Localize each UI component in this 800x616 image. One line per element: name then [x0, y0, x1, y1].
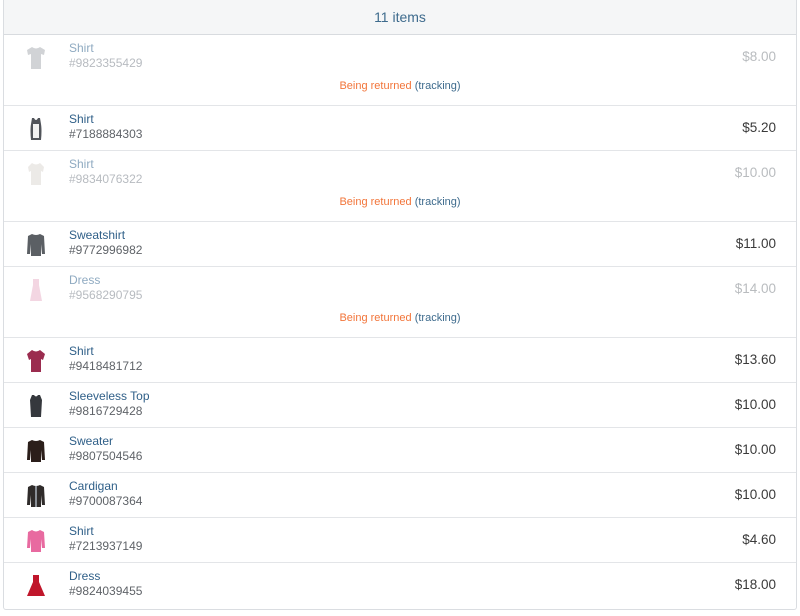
list-item[interactable]: Dress #9568290795 $14.00 Being returned …: [4, 267, 796, 338]
item-name[interactable]: Sweater: [69, 434, 142, 449]
item-sku: #9823355429: [69, 56, 143, 70]
list-item[interactable]: Sweatshirt #9772996982 $11.00: [4, 222, 796, 267]
item-sku: #7213937149: [69, 539, 143, 553]
order-items-panel: 11 items Shirt #9823355429 $8.00 Being r…: [3, 0, 797, 610]
item-price: $10.00: [734, 165, 776, 180]
list-item[interactable]: Shirt #9418481712 $13.60: [4, 338, 796, 383]
item-price: $18.00: [734, 577, 776, 592]
items-count: 11 items: [374, 9, 426, 25]
return-status: Being returned (tracking): [4, 312, 796, 324]
tracking-link[interactable]: (tracking): [415, 312, 461, 324]
item-sku: #9568290795: [69, 288, 143, 302]
item-sku: #7188884303: [69, 127, 143, 141]
item-price: $10.00: [734, 397, 776, 412]
return-status: Being returned (tracking): [4, 80, 796, 92]
item-sku: #9807504546: [69, 449, 143, 463]
list-item[interactable]: Shirt #9823355429 $8.00 Being returned (…: [4, 35, 796, 106]
item-price: $10.00: [734, 487, 776, 502]
item-sku: #9418481712: [69, 359, 143, 373]
item-name[interactable]: Cardigan: [69, 479, 142, 494]
shirt-icon: [23, 348, 49, 374]
blouse-icon: [23, 161, 49, 187]
item-price: $4.60: [742, 532, 776, 547]
dress-icon: [23, 573, 49, 599]
sweater-icon: [23, 438, 49, 464]
item-name[interactable]: Shirt: [69, 41, 142, 56]
item-name[interactable]: Shirt: [69, 344, 142, 359]
item-name[interactable]: Shirt: [69, 157, 142, 172]
item-name[interactable]: Shirt: [69, 112, 142, 127]
return-status-text: Being returned: [339, 196, 412, 208]
item-sku: #9772996982: [69, 243, 143, 257]
cardigan-icon: [23, 483, 49, 509]
item-sku: #9824039455: [69, 584, 143, 598]
list-item[interactable]: Dress #9824039455 $18.00: [4, 563, 796, 608]
return-status-text: Being returned: [339, 312, 412, 324]
item-name[interactable]: Dress: [69, 273, 142, 288]
tshirt-icon: [23, 45, 49, 71]
item-name[interactable]: Dress: [69, 569, 142, 584]
item-name[interactable]: Sweatshirt: [69, 228, 142, 243]
item-price: $11.00: [735, 236, 776, 251]
item-sku: #9816729428: [69, 404, 143, 418]
return-status-text: Being returned: [339, 80, 412, 92]
tracking-link[interactable]: (tracking): [415, 80, 461, 92]
list-item[interactable]: Sweater #9807504546 $10.00: [4, 428, 796, 473]
item-price: $13.60: [734, 352, 776, 367]
items-count-header: 11 items: [4, 0, 796, 35]
sleeveless-top-icon: [23, 393, 49, 419]
sweatshirt-icon: [23, 232, 49, 258]
item-sku: #9700087364: [69, 494, 143, 508]
list-item[interactable]: Shirt #7213937149 $4.60: [4, 518, 796, 563]
list-item[interactable]: Cardigan #9700087364 $10.00: [4, 473, 796, 518]
item-price: $14.00: [734, 281, 776, 296]
list-item[interactable]: Shirt #9834076322 $10.00 Being returned …: [4, 151, 796, 222]
tracking-link[interactable]: (tracking): [415, 196, 461, 208]
item-sku: #9834076322: [69, 172, 143, 186]
item-price: $8.00: [742, 49, 776, 64]
item-name[interactable]: Sleeveless Top: [69, 389, 150, 404]
item-price: $5.20: [742, 120, 776, 135]
list-item[interactable]: Shirt #7188884303 $5.20: [4, 106, 796, 151]
item-name[interactable]: Shirt: [69, 524, 142, 539]
item-price: $10.00: [734, 442, 776, 457]
tank-top-icon: [23, 116, 49, 142]
list-item[interactable]: Sleeveless Top #9816729428 $10.00: [4, 383, 796, 428]
return-status: Being returned (tracking): [4, 196, 796, 208]
dress-icon: [23, 277, 49, 303]
shirt-icon: [23, 528, 49, 554]
